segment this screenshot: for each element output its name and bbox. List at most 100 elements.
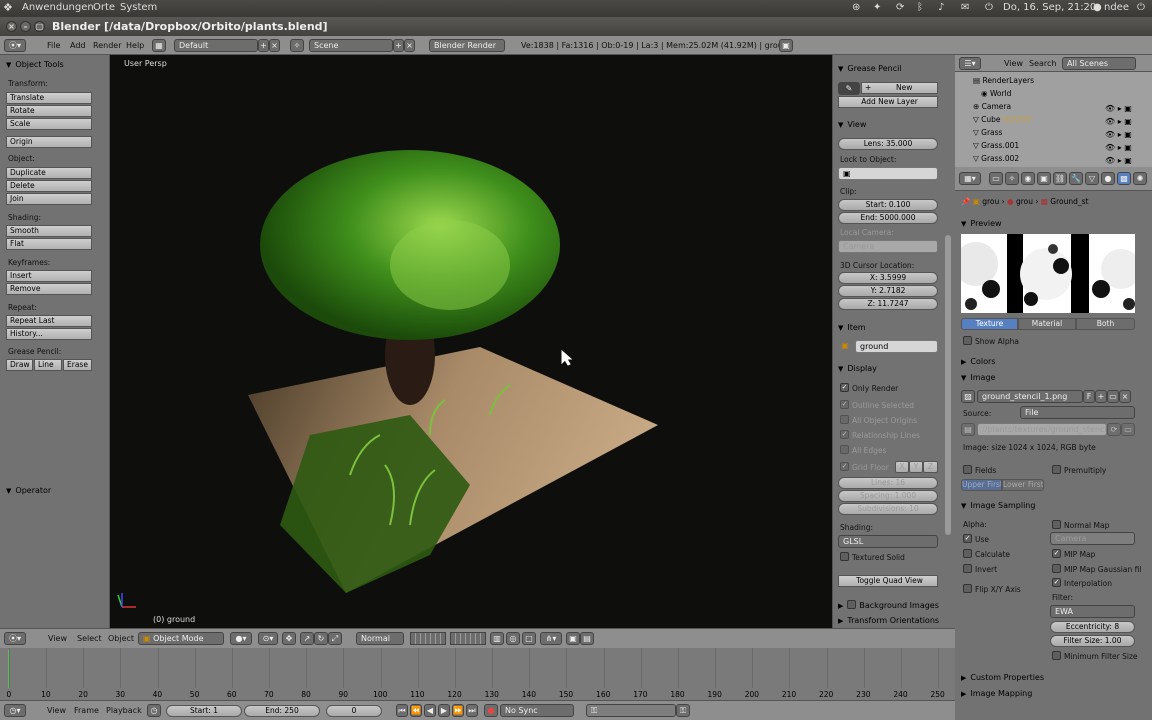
render-engine-select[interactable]: Blender Render [429,39,505,52]
scale-button[interactable]: Scale [6,118,92,130]
scrollbar-thumb[interactable] [945,235,951,535]
show-alpha-checkbox[interactable] [963,336,972,345]
3d-menu-object[interactable]: Object [108,634,134,643]
display-header[interactable]: ▼ Display [838,364,877,373]
image-header[interactable]: ▼ Image [961,373,995,382]
grid-subdivisions-field[interactable]: Subdivisions: 10 [838,503,938,515]
background-images-header[interactable]: ▶ Background Images [838,599,939,610]
visibility-icons[interactable]: 👁 ▸ ▣ 👁 ▸ ▣ 👁 ▸ ▣ 👁 ▸ ▣ 👁 ▸ ▣ [1105,102,1132,167]
jump-next-keyframe-icon[interactable]: ⏩ [452,704,464,717]
start-frame-field[interactable]: Start: 1 [166,705,242,717]
mail-icon[interactable]: ✉ [961,2,969,13]
filter-select[interactable]: EWA [1050,605,1135,618]
cursor-y-field[interactable]: Y: 2.7182 [838,285,938,297]
grid-axis-x-button[interactable]: X [895,461,909,473]
item-name-field[interactable]: ground [855,340,938,353]
colors-header[interactable]: ▶ Colors [961,357,995,366]
duplicate-button[interactable]: Duplicate [6,167,92,179]
upper-first-toggle[interactable]: Upper First [961,479,1002,491]
item-header[interactable]: ▼ Item [838,323,866,332]
image-mapping-header[interactable]: ▶ Image Mapping [961,689,1032,698]
grid-floor-checkbox[interactable]: ✓ [840,462,849,471]
play-reverse-icon[interactable]: ◀ [424,704,436,717]
texture-tab-icon[interactable]: ▩ [1117,172,1131,185]
constraints-tab-icon[interactable]: ⛓ [1053,172,1067,185]
outliner-item-camera[interactable]: ⊕ Camera [973,102,1011,111]
background-images-checkbox[interactable] [847,600,857,609]
3d-menu-view[interactable]: View [48,634,67,643]
user-icon[interactable]: ● [1093,2,1102,13]
image-open-icon[interactable]: ▭ [1107,390,1119,403]
timeline-editor-type-icon[interactable]: ◷▾ [4,704,26,717]
insert-keyframe-icon[interactable]: ⚿ [676,704,690,717]
view-header[interactable]: ▼ View [838,120,866,129]
image-new-icon[interactable]: + [1095,390,1107,403]
preview-tab-both[interactable]: Both [1076,318,1135,330]
transform-orientations-header[interactable]: ▶ Transform Orientations [838,616,939,625]
sync-icon[interactable]: ⟳ [896,2,904,13]
image-fake-user-button[interactable]: F [1083,390,1095,403]
scene-icon[interactable]: ✧ [290,39,304,52]
outline-selected-checkbox[interactable]: ✓ [840,400,849,409]
interaction-mode-select[interactable]: ▣ Object Mode [138,632,224,645]
render-tab-icon[interactable]: ▭ [989,172,1003,185]
timeline-menu-view[interactable]: View [47,706,66,715]
pencil-icon[interactable]: ✎ [838,82,860,95]
translate-button[interactable]: Translate [6,92,92,104]
remove-screen-icon[interactable]: × [269,39,280,52]
image-filepath-field[interactable]: //plants/textures/ground_stencil_1.png [977,423,1107,436]
scene-field[interactable]: Scene [309,39,393,52]
bluetooth-icon[interactable]: ᛒ [917,2,923,13]
mip-map-gaussian-checkbox[interactable] [1052,564,1061,573]
preview-header[interactable]: ▼ Preview [961,219,1002,228]
end-frame-field[interactable]: End: 250 [244,705,320,717]
image-sampling-header[interactable]: ▼ Image Sampling [961,501,1035,510]
grease-draw-button[interactable]: Draw [6,359,33,371]
image-browse-icon[interactable]: ▨ [961,390,975,403]
repeat-last-button[interactable]: Repeat Last [6,315,92,327]
3d-menu-select[interactable]: Select [77,634,102,643]
pivot-point-icon[interactable]: ⊙▾ [258,632,278,645]
operator-header[interactable]: ▼ Operator [6,486,51,495]
shutdown-icon[interactable]: ⏻ [1137,2,1145,13]
add-new-layer-button[interactable]: Add New Layer [838,96,938,108]
grid-lines-field[interactable]: Lines: 16 [838,477,938,489]
breadcrumb-texture[interactable]: ▩ Ground_st [1041,197,1089,206]
translate-manipulator-icon[interactable]: ↗ [300,632,314,645]
reload-icon[interactable]: ⟳ [1107,423,1121,436]
properties-region-scrollbar[interactable] [942,55,954,628]
minimum-filter-size-checkbox[interactable] [1052,651,1061,660]
outliner-menu-view[interactable]: View [1004,59,1023,68]
add-scene-icon[interactable]: + [393,39,404,52]
all-object-origins-checkbox[interactable] [840,415,849,424]
3d-viewport[interactable]: User Persp (0) ground [110,55,832,628]
filter-size-field[interactable]: Filter Size: 1.00 [1050,635,1135,647]
jump-end-icon[interactable]: ⏭ [466,704,478,717]
modifiers-tab-icon[interactable]: 🔧 [1069,172,1083,185]
layer-buttons-group2[interactable] [450,632,486,645]
viewport-shading-icon[interactable]: ●▾ [230,632,252,645]
history-button[interactable]: History... [6,328,92,340]
delete-button[interactable]: Delete [6,180,92,192]
outliner-filter-select[interactable]: All Scenes [1062,57,1136,70]
timeline-menu-frame[interactable]: Frame [74,706,99,715]
rotate-button[interactable]: Rotate [6,105,92,117]
particles-tab-icon[interactable]: ✺ [1133,172,1147,185]
textured-solid-checkbox[interactable] [840,552,849,561]
normal-space-select[interactable]: Camera [1050,532,1135,545]
window-minimize-icon[interactable]: – [20,21,31,32]
jump-prev-keyframe-icon[interactable]: ⏪ [410,704,422,717]
jump-start-icon[interactable]: ⏮ [396,704,408,717]
timeline[interactable]: 0 10 20 30 40 50 60 70 80 90 100 110 120 130 140 150 160… [0,648,955,700]
outliner-item-grass-002[interactable]: ▽ Grass.002 [973,154,1019,163]
outliner-item-grass[interactable]: ▽ Grass [973,128,1002,137]
grid-axis-z-button[interactable]: Z [923,461,938,473]
object-tools-header[interactable]: ▼ Object Tools [6,60,64,69]
volume-icon[interactable]: ♪ [938,2,944,13]
menu-file[interactable]: File [47,41,60,50]
all-edges-checkbox[interactable] [840,445,849,454]
eccentricity-field[interactable]: Eccentricity: 8 [1050,621,1135,633]
image-unlink-icon[interactable]: × [1119,390,1131,403]
cursor-x-field[interactable]: X: 3.5999 [838,272,938,284]
cursor-z-field[interactable]: Z: 11.7247 [838,298,938,310]
